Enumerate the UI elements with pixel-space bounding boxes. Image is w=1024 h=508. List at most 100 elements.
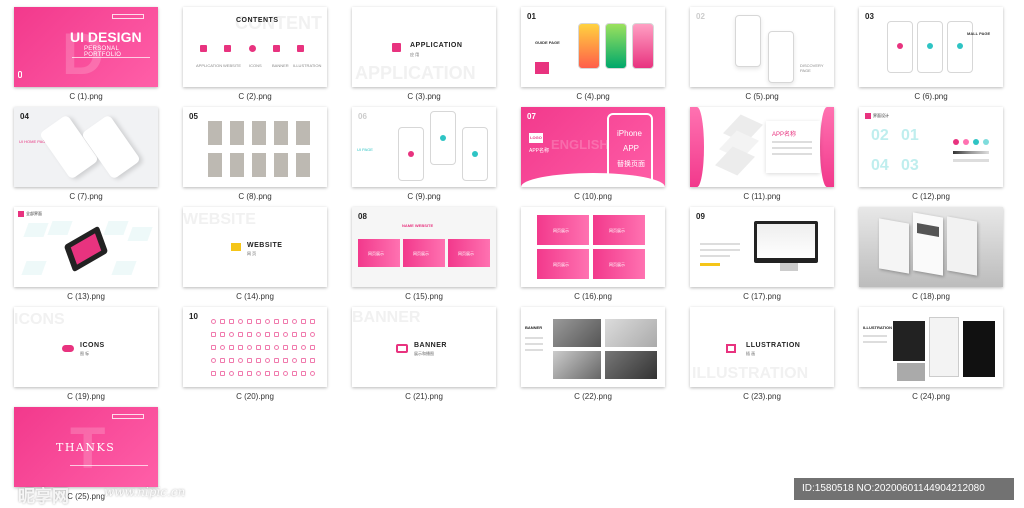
thumbnail[interactable]: 03 MALL PAGE [859, 7, 1003, 87]
file-name: C (4).png [576, 92, 610, 101]
grid-icon [247, 371, 252, 376]
grid-icon [274, 371, 279, 376]
slide-title: UI DESIGN [70, 29, 142, 45]
file-item[interactable]: 02 DISCOVERY PAGE C (5).png [690, 7, 834, 101]
slide-title: APPLICATION [410, 42, 463, 49]
thumbnail[interactable]: T THANKS [14, 407, 158, 487]
thumbnail[interactable]: ILLUSTRATION [859, 307, 1003, 387]
file-item[interactable]: 09 C (17).png [690, 207, 834, 301]
file-name: C (1).png [69, 92, 103, 101]
grid-icon [310, 332, 315, 337]
grid-icon [283, 319, 288, 324]
file-item[interactable]: 04 UI HOME PAGE C (7).png [14, 107, 158, 201]
grid-icon [211, 332, 216, 337]
page-label: 全部界面 [26, 211, 42, 216]
card-label: 网页展示 [609, 262, 625, 267]
card-label: 网页展示 [458, 251, 474, 256]
grid-icon [220, 319, 225, 324]
thumbnail[interactable]: APPLICATION APPLICATION 应 用 [352, 7, 496, 87]
thumbnail[interactable]: ILLUSTRATION LLUSTRATION 插 画 [690, 307, 834, 387]
grid-icon [301, 345, 306, 350]
grid-icon [283, 371, 288, 376]
file-item[interactable]: 01 GUIDE PAGE C (4).png [521, 7, 665, 101]
divider [70, 465, 148, 466]
section-number: 05 [187, 112, 198, 121]
thumbnail[interactable]: 01 GUIDE PAGE [521, 7, 665, 87]
text-line: 替换页面 [617, 161, 645, 168]
file-item[interactable]: 全部界面 C (13).png [14, 207, 158, 301]
card-label: 网页展示 [413, 251, 429, 256]
file-item[interactable]: 10 C (20).png [183, 307, 327, 401]
grid-icon [220, 371, 225, 376]
file-item[interactable]: 06 UI PAGE C (9).png [352, 107, 496, 201]
grid-icon [247, 319, 252, 324]
file-item[interactable]: 网页展示 网页展示 网页展示 网页展示 C (16).png [521, 207, 665, 301]
thumbnail[interactable] [859, 207, 1003, 287]
grid-icon [211, 371, 216, 376]
thumbnail[interactable]: 07 ENGLISH LOGO APP名称 iPhone APP 替换页面 [521, 107, 665, 187]
file-item[interactable]: WEBSITE WEBSITE 网 页 C (14).png [183, 207, 327, 301]
grid-icon [292, 345, 297, 350]
file-name: C (16).png [574, 292, 612, 301]
slide-subtitle: 网 页 [247, 251, 257, 256]
thumbnail[interactable]: ICONS ICONS 图 标 [14, 307, 158, 387]
grid-icon [283, 358, 288, 363]
thumbnail[interactable]: BANNER [521, 307, 665, 387]
ghost-text: APPLICATION [355, 63, 476, 83]
file-name: C (13).png [67, 292, 105, 301]
file-item[interactable]: D UI DESIGN PERSONAL PORTFOLIO C (1).png [14, 7, 158, 101]
file-item[interactable]: ILLUSTRATION C (24).png [859, 307, 1003, 401]
section-number: 01 [525, 12, 536, 21]
file-item[interactable]: 界面设计 02 01 04 03 C (12).png [859, 107, 1003, 201]
grid-icon [274, 319, 279, 324]
grid-icon [256, 332, 261, 337]
file-item[interactable]: C (18).png [859, 207, 1003, 301]
slide-subtitle: 展示和播图 [414, 351, 434, 356]
file-item[interactable]: ICONS ICONS 图 标 C (19).png [14, 307, 158, 401]
file-item[interactable]: CONTENT CONTENTS APPLICATION WEBSITE ICO… [183, 7, 327, 101]
file-item[interactable]: 05 C (8).png [183, 107, 327, 201]
thumbnail[interactable]: 界面设计 02 01 04 03 [859, 107, 1003, 187]
grid-icon [220, 358, 225, 363]
grid-icon [274, 345, 279, 350]
thumbnail[interactable]: 06 UI PAGE [352, 107, 496, 187]
top-tag [112, 14, 144, 19]
thumbnail[interactable]: APP名称 [690, 107, 834, 187]
page-label: BANNER [525, 325, 543, 330]
slide-title: BANNER [414, 342, 447, 349]
watermark-url: www.nipic.cn [104, 485, 186, 499]
thumbnail[interactable]: CONTENT CONTENTS APPLICATION WEBSITE ICO… [183, 7, 327, 87]
file-item[interactable]: 08 NAME WEBSITE 网页展示 网页展示 网页展示 C (15).pn… [352, 207, 496, 301]
thumbnail[interactable]: 02 DISCOVERY PAGE [690, 7, 834, 87]
file-item[interactable]: 03 MALL PAGE C (6).png [859, 7, 1003, 101]
grid-icon [229, 371, 234, 376]
page-label: MALL PAGE [967, 31, 991, 36]
thumbnail[interactable]: 10 [183, 307, 327, 387]
thumbnail[interactable]: 05 [183, 107, 327, 187]
grid-icon [310, 319, 315, 324]
file-item[interactable]: T THANKS C (25).png [14, 407, 158, 501]
file-item[interactable]: BANNER C (22).png [521, 307, 665, 401]
section-number: 02 [694, 12, 705, 21]
file-name: C (5).png [745, 92, 779, 101]
watermark-logo: 昵享网 [18, 487, 69, 507]
thumbnail[interactable]: WEBSITE WEBSITE 网 页 [183, 207, 327, 287]
illustration-icon [726, 344, 736, 353]
grid-icon [292, 371, 297, 376]
file-item[interactable]: ILLUSTRATION LLUSTRATION 插 画 C (23).png [690, 307, 834, 401]
slide-subtitle: 插 画 [746, 351, 756, 356]
thumbnail[interactable]: D UI DESIGN PERSONAL PORTFOLIO [14, 7, 158, 87]
thumbnail[interactable]: 08 NAME WEBSITE 网页展示 网页展示 网页展示 [352, 207, 496, 287]
thumbnail[interactable]: 全部界面 [14, 207, 158, 287]
slide-title: ICONS [80, 342, 105, 349]
file-item[interactable]: APP名称 C (11).png [690, 107, 834, 201]
thumbnail[interactable]: BANNER BANNER 展示和播图 [352, 307, 496, 387]
thumbnail[interactable]: 09 [690, 207, 834, 287]
grid-icon [265, 358, 270, 363]
section-number: 10 [187, 312, 198, 321]
thumbnail[interactable]: 04 UI HOME PAGE [14, 107, 158, 187]
file-item[interactable]: APPLICATION APPLICATION 应 用 C (3).png [352, 7, 496, 101]
file-item[interactable]: BANNER BANNER 展示和播图 C (21).png [352, 307, 496, 401]
file-item[interactable]: 07 ENGLISH LOGO APP名称 iPhone APP 替换页面 C … [521, 107, 665, 201]
thumbnail[interactable]: 网页展示 网页展示 网页展示 网页展示 [521, 207, 665, 287]
